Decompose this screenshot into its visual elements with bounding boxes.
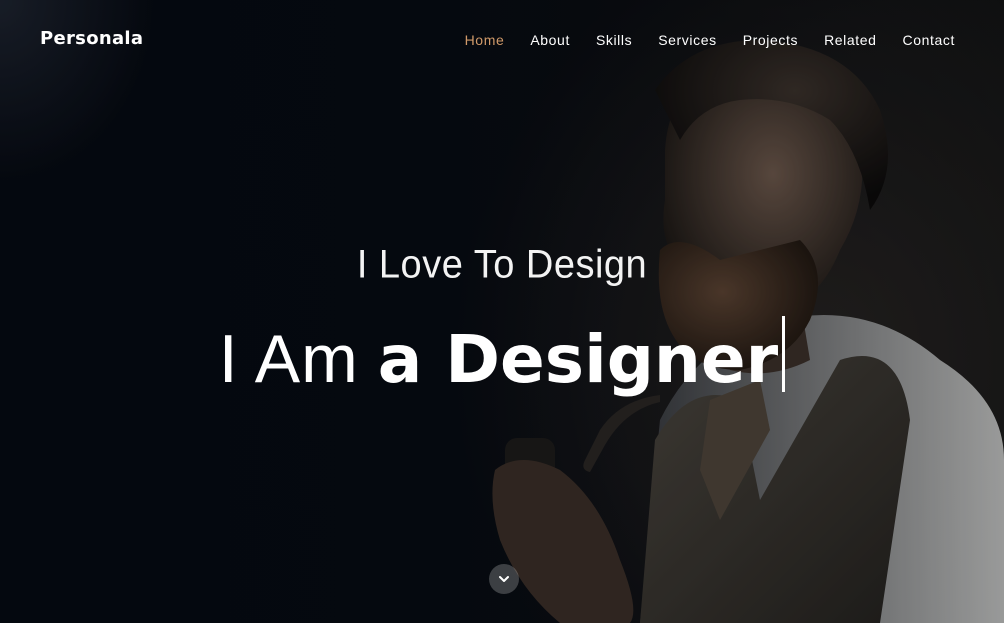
nav-item-projects[interactable]: Projects [743, 32, 798, 48]
nav-item-home[interactable]: Home [465, 32, 505, 48]
nav-item-related[interactable]: Related [824, 32, 876, 48]
nav-item-services[interactable]: Services [658, 32, 716, 48]
main-nav: Home About Skills Services Projects Rela… [465, 32, 955, 48]
hero-section: Personala Home About Skills Services Pro… [0, 0, 1004, 623]
nav-item-contact[interactable]: Contact [903, 32, 955, 48]
scroll-down-button[interactable] [489, 564, 519, 594]
nav-item-about[interactable]: About [530, 32, 570, 48]
hero-headline: I Am a Designer [0, 316, 1004, 398]
nav-item-skills[interactable]: Skills [596, 32, 632, 48]
hero-tagline: I Love To Design [356, 242, 648, 288]
site-logo[interactable]: Personala [40, 28, 143, 49]
headline-role: a Designer [377, 321, 779, 398]
dark-overlay [0, 0, 1004, 623]
headline-prefix: I Am [218, 321, 359, 397]
chevron-down-icon [499, 576, 509, 582]
typing-cursor [782, 316, 786, 392]
